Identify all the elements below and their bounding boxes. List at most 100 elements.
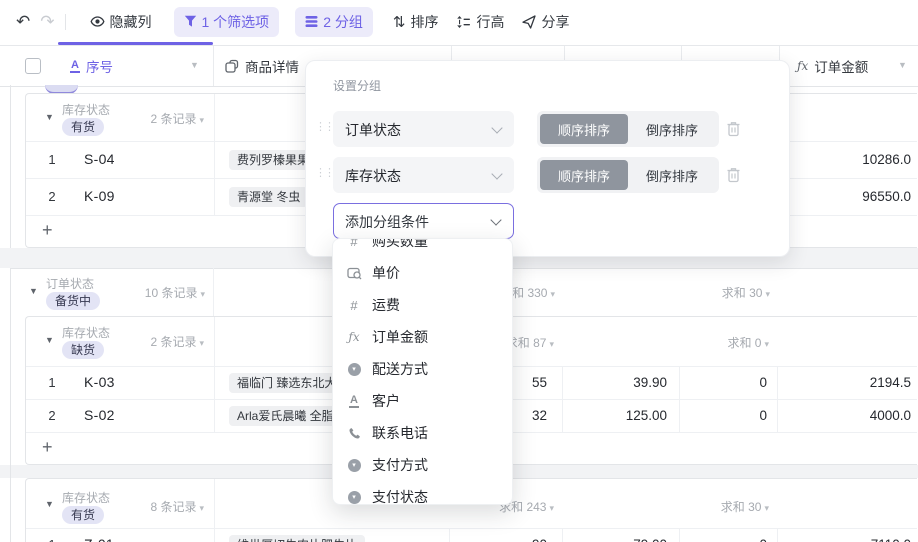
cell-amount: 10286.0 bbox=[862, 152, 911, 167]
menu-item-phone[interactable]: 联系电话 bbox=[333, 417, 512, 449]
row-index: 2 bbox=[48, 189, 56, 204]
group-icon bbox=[305, 16, 318, 27]
menu-item-label: 购买数量 bbox=[372, 238, 428, 249]
hide-columns-button[interactable]: 隐藏列 bbox=[90, 12, 152, 32]
sort-asc-button[interactable]: 顺序排序 bbox=[540, 114, 628, 144]
hide-columns-label: 隐藏列 bbox=[109, 13, 152, 30]
undo-button[interactable]: ↶ bbox=[16, 12, 30, 32]
sort-asc-button[interactable]: 顺序排序 bbox=[540, 160, 628, 190]
chevron-down-icon bbox=[490, 214, 502, 226]
record-count[interactable]: 2 条记录 ▾ bbox=[150, 333, 204, 350]
select-icon: ▾ bbox=[346, 458, 362, 472]
collapse-toggle-icon[interactable]: ▼ bbox=[29, 286, 38, 296]
relation-icon bbox=[225, 59, 239, 73]
collapse-toggle-icon[interactable]: ▼ bbox=[45, 112, 54, 122]
group-field-select-1[interactable]: 订单状态 bbox=[333, 111, 514, 147]
share-button[interactable]: 分享 bbox=[522, 12, 569, 32]
cell-amount: 2194.5 bbox=[869, 375, 911, 390]
menu-item-label: 运费 bbox=[372, 297, 400, 313]
column-header-amount[interactable]: ƒx 订单金额 bbox=[797, 56, 868, 76]
menu-item-customer[interactable]: A 客户 bbox=[333, 385, 512, 417]
group-field-label: 库存状态 bbox=[62, 103, 111, 117]
summary-shipping[interactable]: 求和 30 ▾ bbox=[721, 498, 769, 515]
sort-desc-button[interactable]: 倒序排序 bbox=[628, 114, 716, 144]
seq-column-divider bbox=[214, 479, 215, 528]
delete-group-icon[interactable] bbox=[726, 167, 741, 183]
dropdown-arrow-icon: ▾ bbox=[199, 115, 204, 125]
add-group-condition-select[interactable]: 添加分组条件 bbox=[333, 203, 514, 239]
cell-divider bbox=[562, 367, 563, 400]
product-tag: 维世厚切牛肉片肥牛片 bbox=[229, 535, 366, 542]
menu-item-amount[interactable]: ƒx 订单金额 bbox=[333, 321, 512, 353]
cell-divider bbox=[679, 529, 680, 542]
menu-item-qty[interactable]: # 购买数量 bbox=[333, 238, 512, 257]
sort-desc-button[interactable]: 倒序排序 bbox=[628, 160, 716, 190]
add-group-condition-label: 添加分组条件 bbox=[345, 214, 429, 230]
phone-icon bbox=[346, 427, 362, 440]
menu-item-delivery[interactable]: ▾ 配送方式 bbox=[333, 353, 512, 385]
cell-price: 125.00 bbox=[625, 408, 667, 423]
add-record-icon: + bbox=[42, 220, 53, 240]
cell-divider bbox=[214, 367, 215, 400]
column-header-seq[interactable]: A 序号 bbox=[70, 56, 113, 76]
sort-button[interactable]: ⇅ 排序 bbox=[393, 12, 439, 32]
group-field-select-2[interactable]: 库存状态 bbox=[333, 157, 514, 193]
field-dropdown-menu: # 购买数量 单价 # 运费 ƒx 订单金额 ▾ 配送方式 A 客户 联系电话 ▾ 支付方式… bbox=[332, 238, 513, 505]
summary-shipping[interactable]: 求和 0 ▾ bbox=[727, 334, 769, 351]
menu-item-shipping[interactable]: # 运费 bbox=[333, 289, 512, 321]
column-header-product-label: 商品详情 bbox=[245, 60, 299, 75]
cell-divider bbox=[777, 400, 778, 433]
cell-divider bbox=[449, 529, 450, 542]
menu-item-pay-method[interactable]: ▾ 支付方式 bbox=[333, 449, 512, 481]
cell-seq: K-09 bbox=[84, 188, 115, 204]
summary-qty[interactable]: 求和 87 ▾ bbox=[506, 334, 554, 351]
record-count[interactable]: 8 条记录 ▾ bbox=[150, 498, 204, 515]
column-divider bbox=[213, 46, 214, 86]
drag-handle-icon[interactable]: ⋮⋮ bbox=[315, 166, 335, 179]
select-all-checkbox[interactable] bbox=[25, 58, 41, 74]
number-icon: # bbox=[350, 238, 358, 249]
group-field-label: 库存状态 bbox=[62, 491, 111, 505]
column-menu-arrow-seq[interactable]: ▼ bbox=[190, 60, 199, 70]
collapse-toggle-icon[interactable]: ▼ bbox=[45, 499, 54, 509]
drag-handle-icon[interactable]: ⋮⋮ bbox=[315, 120, 335, 133]
column-menu-arrow-amount[interactable]: ▼ bbox=[898, 60, 907, 70]
record-count[interactable]: 2 条记录 ▾ bbox=[150, 110, 204, 127]
product-tag: 青源堂 冬虫 bbox=[229, 187, 309, 207]
formula-icon: ƒx bbox=[797, 59, 809, 73]
column-header-product[interactable]: 商品详情 bbox=[225, 56, 299, 76]
dropdown-arrow-icon: ▾ bbox=[549, 339, 554, 349]
table-row[interactable]: 1 Z-01 维世厚切牛肉片肥牛片 90 79.00 0 7110.0 bbox=[26, 528, 917, 542]
filter-button[interactable]: 1 个筛选项 bbox=[173, 6, 280, 37]
menu-item-pay-status[interactable]: ▾ 支付状态 bbox=[333, 481, 512, 504]
cell-divider bbox=[777, 529, 778, 542]
dropdown-arrow-icon: ▾ bbox=[549, 503, 554, 513]
summary-shipping[interactable]: 求和 30 ▾ bbox=[722, 284, 770, 301]
group-value-badge: 备货中 bbox=[46, 292, 101, 310]
seq-column-divider bbox=[214, 94, 215, 141]
row-height-button[interactable]: 行高 bbox=[456, 12, 504, 32]
seq-column-divider bbox=[213, 268, 214, 316]
chevron-down-icon bbox=[491, 122, 503, 134]
delete-group-icon[interactable] bbox=[726, 121, 741, 137]
text-field-icon: A bbox=[70, 58, 80, 73]
cell-shipping: 0 bbox=[759, 408, 767, 423]
cell-divider bbox=[214, 400, 215, 433]
dropdown-arrow-icon: ▾ bbox=[765, 289, 770, 299]
redo-button[interactable]: ↷ bbox=[40, 12, 54, 32]
cell-seq: S-02 bbox=[84, 407, 115, 423]
cell-divider bbox=[214, 179, 215, 216]
number-icon: # bbox=[350, 297, 358, 313]
cell-divider bbox=[214, 529, 215, 542]
menu-item-price[interactable]: 单价 bbox=[333, 257, 512, 289]
cell-amount: 96550.0 bbox=[862, 189, 911, 204]
record-count[interactable]: 10 条记录 ▾ bbox=[145, 284, 205, 301]
group-value-badge: 缺货 bbox=[62, 341, 105, 359]
collapse-toggle-icon[interactable]: ▼ bbox=[45, 335, 54, 345]
filter-label: 1 个筛选项 bbox=[201, 13, 270, 30]
group-button[interactable]: 2 分组 bbox=[295, 6, 373, 37]
share-icon bbox=[522, 14, 537, 29]
group-field-label: 订单状态 bbox=[46, 277, 95, 291]
cell-qty: 55 bbox=[531, 375, 547, 390]
funnel-icon bbox=[184, 15, 196, 27]
